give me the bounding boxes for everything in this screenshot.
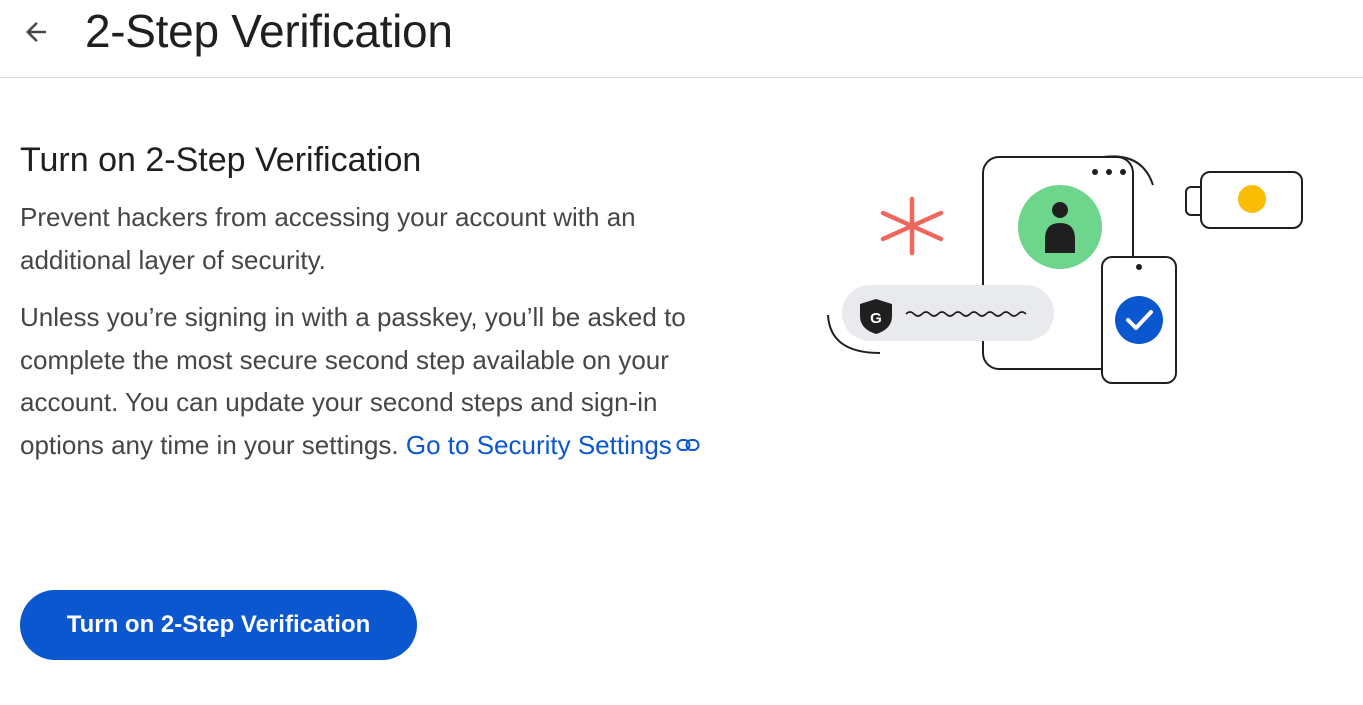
- section-heading: Turn on 2-Step Verification: [20, 141, 422, 179]
- back-button[interactable]: [14, 10, 58, 54]
- app-header: 2-Step Verification: [0, 0, 1363, 78]
- phone-icon: [1101, 256, 1177, 384]
- arrow-left-icon: [26, 22, 46, 42]
- security-settings-link[interactable]: Go to Security Settings: [406, 430, 700, 460]
- person-icon: [1018, 185, 1102, 269]
- security-illustration: G: [827, 155, 1303, 384]
- page-title: 2-Step Verification: [85, 5, 453, 57]
- asterisk-icon: [880, 196, 944, 256]
- main-content: Turn on 2-Step Verification Prevent hack…: [20, 136, 750, 466]
- intro-text: Prevent hackers from accessing your acco…: [20, 202, 636, 275]
- details-paragraph: Unless you’re signing in with a passkey,…: [20, 296, 735, 466]
- security-key-icon: [1185, 171, 1303, 229]
- shield-letter: G: [870, 310, 882, 327]
- turn-on-2sv-button[interactable]: Turn on 2-Step Verification: [20, 590, 417, 660]
- external-link-icon: [676, 438, 700, 451]
- security-settings-link-label: Go to Security Settings: [405, 429, 672, 460]
- check-icon: [1115, 296, 1163, 344]
